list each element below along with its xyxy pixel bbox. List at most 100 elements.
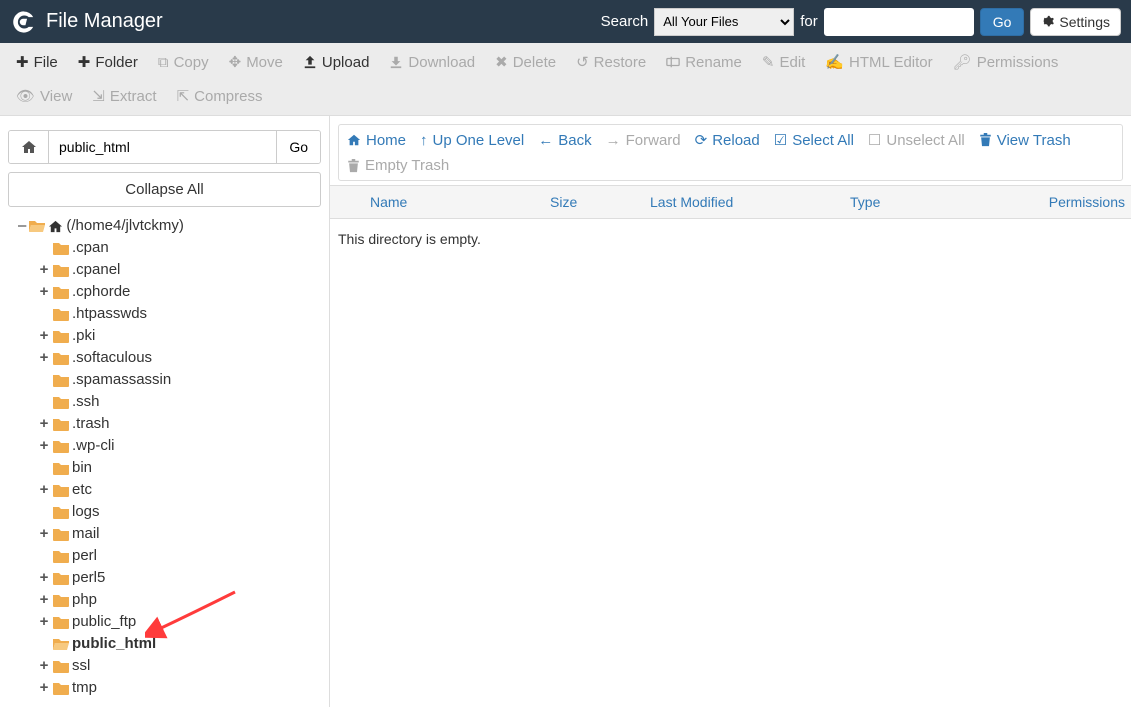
expand-icon[interactable]: + — [38, 523, 50, 545]
tree-item-mail[interactable]: + mail — [38, 523, 323, 545]
expand-icon[interactable]: + — [38, 259, 50, 281]
tree-item-label[interactable]: tmp — [72, 677, 97, 699]
tree-item-label[interactable]: bin — [72, 457, 92, 479]
new-folder-button[interactable]: ✚Folder — [68, 47, 148, 77]
tree-item-etc[interactable]: + etc — [38, 479, 323, 501]
folder-icon — [53, 660, 69, 673]
tree-item-public-html[interactable]: public_html — [38, 633, 323, 655]
expand-icon[interactable]: + — [38, 413, 50, 435]
collapse-all-button[interactable]: Collapse All — [8, 172, 321, 207]
expand-icon[interactable]: + — [38, 611, 50, 633]
expand-icon[interactable]: + — [38, 347, 50, 369]
nav-forward-button[interactable]: →Forward — [606, 131, 681, 149]
settings-button[interactable]: Settings — [1030, 8, 1121, 36]
tree-item--ssh[interactable]: .ssh — [38, 391, 323, 413]
column-size[interactable]: Size — [550, 194, 650, 210]
download-button[interactable]: Download — [379, 47, 485, 77]
tree-item-label[interactable]: logs — [72, 501, 100, 523]
tree-item-label[interactable]: .cpan — [72, 237, 109, 259]
move-button[interactable]: ✥Move — [219, 47, 293, 77]
tree-item--wp-cli[interactable]: + .wp-cli — [38, 435, 323, 457]
tree-item-label[interactable]: .softaculous — [72, 347, 152, 369]
tree-item-perl5[interactable]: + perl5 — [38, 567, 323, 589]
nav-back-button[interactable]: ←Back — [538, 131, 591, 149]
tree-item-tmp[interactable]: + tmp — [38, 677, 323, 699]
edit-button[interactable]: ✎Edit — [752, 47, 815, 77]
tree-item-label[interactable]: .cphorde — [72, 281, 130, 303]
tree-item-label[interactable]: public_ftp — [72, 611, 136, 633]
tree-item-label[interactable]: ssl — [72, 655, 90, 677]
tree-item-bin[interactable]: bin — [38, 457, 323, 479]
restore-button[interactable]: ↺Restore — [566, 47, 656, 77]
tree-item-label[interactable]: .pki — [72, 325, 95, 347]
unselect-all-button[interactable]: ☐Unselect All — [868, 131, 965, 149]
tree-item-ssl[interactable]: + ssl — [38, 655, 323, 677]
copy-button[interactable]: ⧉Copy — [148, 47, 219, 77]
empty-trash-button[interactable]: Empty Trash — [347, 157, 449, 174]
tree-item--cphorde[interactable]: + .cphorde — [38, 281, 323, 303]
expand-icon[interactable]: + — [38, 281, 50, 303]
expand-icon[interactable]: + — [38, 435, 50, 457]
search-go-button[interactable]: Go — [980, 8, 1025, 36]
tree-item--cpan[interactable]: .cpan — [38, 237, 323, 259]
column-name[interactable]: Name — [330, 194, 550, 210]
tree-item--cpanel[interactable]: + .cpanel — [38, 259, 323, 281]
tree-item-logs[interactable]: logs — [38, 501, 323, 523]
tree-root-label[interactable]: (/home4/jlvtckmy) — [66, 215, 184, 237]
tree-item--trash[interactable]: + .trash — [38, 413, 323, 435]
search-scope-select[interactable]: All Your Files — [654, 8, 794, 36]
column-permissions[interactable]: Permissions — [1030, 194, 1131, 210]
tree-item-label[interactable]: .htpasswds — [72, 303, 147, 325]
arrow-right-icon: → — [606, 132, 621, 149]
column-type[interactable]: Type — [850, 194, 1030, 210]
new-file-button[interactable]: ✚File — [6, 47, 68, 77]
expand-icon[interactable]: + — [38, 325, 50, 347]
view-trash-button[interactable]: View Trash — [979, 131, 1071, 149]
compress-button[interactable]: ⇱Compress — [167, 81, 273, 111]
path-go-button[interactable]: Go — [276, 131, 320, 163]
rename-button[interactable]: Rename — [656, 47, 752, 77]
tree-item-label[interactable]: .ssh — [72, 391, 100, 413]
tree-item-label[interactable]: perl — [72, 545, 97, 567]
expand-icon[interactable]: + — [38, 567, 50, 589]
tree-item-label[interactable]: mail — [72, 523, 100, 545]
empty-directory-message: This directory is empty. — [338, 231, 1123, 247]
expand-icon[interactable]: + — [38, 479, 50, 501]
home-icon-button[interactable] — [9, 131, 49, 163]
tree-item-label[interactable]: perl5 — [72, 567, 105, 589]
expand-icon[interactable]: + — [38, 589, 50, 611]
collapse-icon[interactable]: – — [18, 215, 26, 237]
tree-item-label[interactable]: .wp-cli — [72, 435, 115, 457]
tree-item-label[interactable]: .cpanel — [72, 259, 120, 281]
delete-button[interactable]: ✖Delete — [485, 47, 566, 77]
tree-root[interactable]: – (/home4/jlvtckmy) — [6, 215, 323, 237]
path-input[interactable] — [49, 131, 276, 163]
extract-button[interactable]: ⇲Extract — [82, 81, 166, 111]
tree-item--pki[interactable]: + .pki — [38, 325, 323, 347]
plus-icon: ✚ — [78, 53, 91, 71]
expand-icon[interactable]: + — [38, 655, 50, 677]
view-button[interactable]: 👁View — [6, 81, 82, 111]
tree-item-label[interactable]: php — [72, 589, 97, 611]
tree-item-public-ftp[interactable]: + public_ftp — [38, 611, 323, 633]
html-editor-button[interactable]: ✍HTML Editor — [815, 47, 942, 77]
tree-item-php[interactable]: + php — [38, 589, 323, 611]
tree-item-label[interactable]: .trash — [72, 413, 110, 435]
reload-button[interactable]: ⟳Reload — [695, 131, 760, 149]
tree-item-label[interactable]: public_html — [72, 633, 156, 655]
search-input[interactable] — [824, 8, 974, 36]
nav-home-button[interactable]: Home — [347, 131, 406, 149]
tree-item-label[interactable]: etc — [72, 479, 92, 501]
expand-icon[interactable]: + — [38, 677, 50, 699]
folder-open-icon — [53, 638, 69, 651]
select-all-button[interactable]: ☑Select All — [774, 131, 854, 149]
column-modified[interactable]: Last Modified — [650, 194, 850, 210]
tree-item--softaculous[interactable]: + .softaculous — [38, 347, 323, 369]
nav-up-button[interactable]: ↑Up One Level — [420, 131, 524, 149]
tree-item-perl[interactable]: perl — [38, 545, 323, 567]
tree-item-label[interactable]: .spamassassin — [72, 369, 171, 391]
tree-item--htpasswds[interactable]: .htpasswds — [38, 303, 323, 325]
tree-item--spamassassin[interactable]: .spamassassin — [38, 369, 323, 391]
permissions-button[interactable]: 🔑︎Permissions — [943, 47, 1069, 77]
upload-button[interactable]: Upload — [293, 47, 380, 77]
